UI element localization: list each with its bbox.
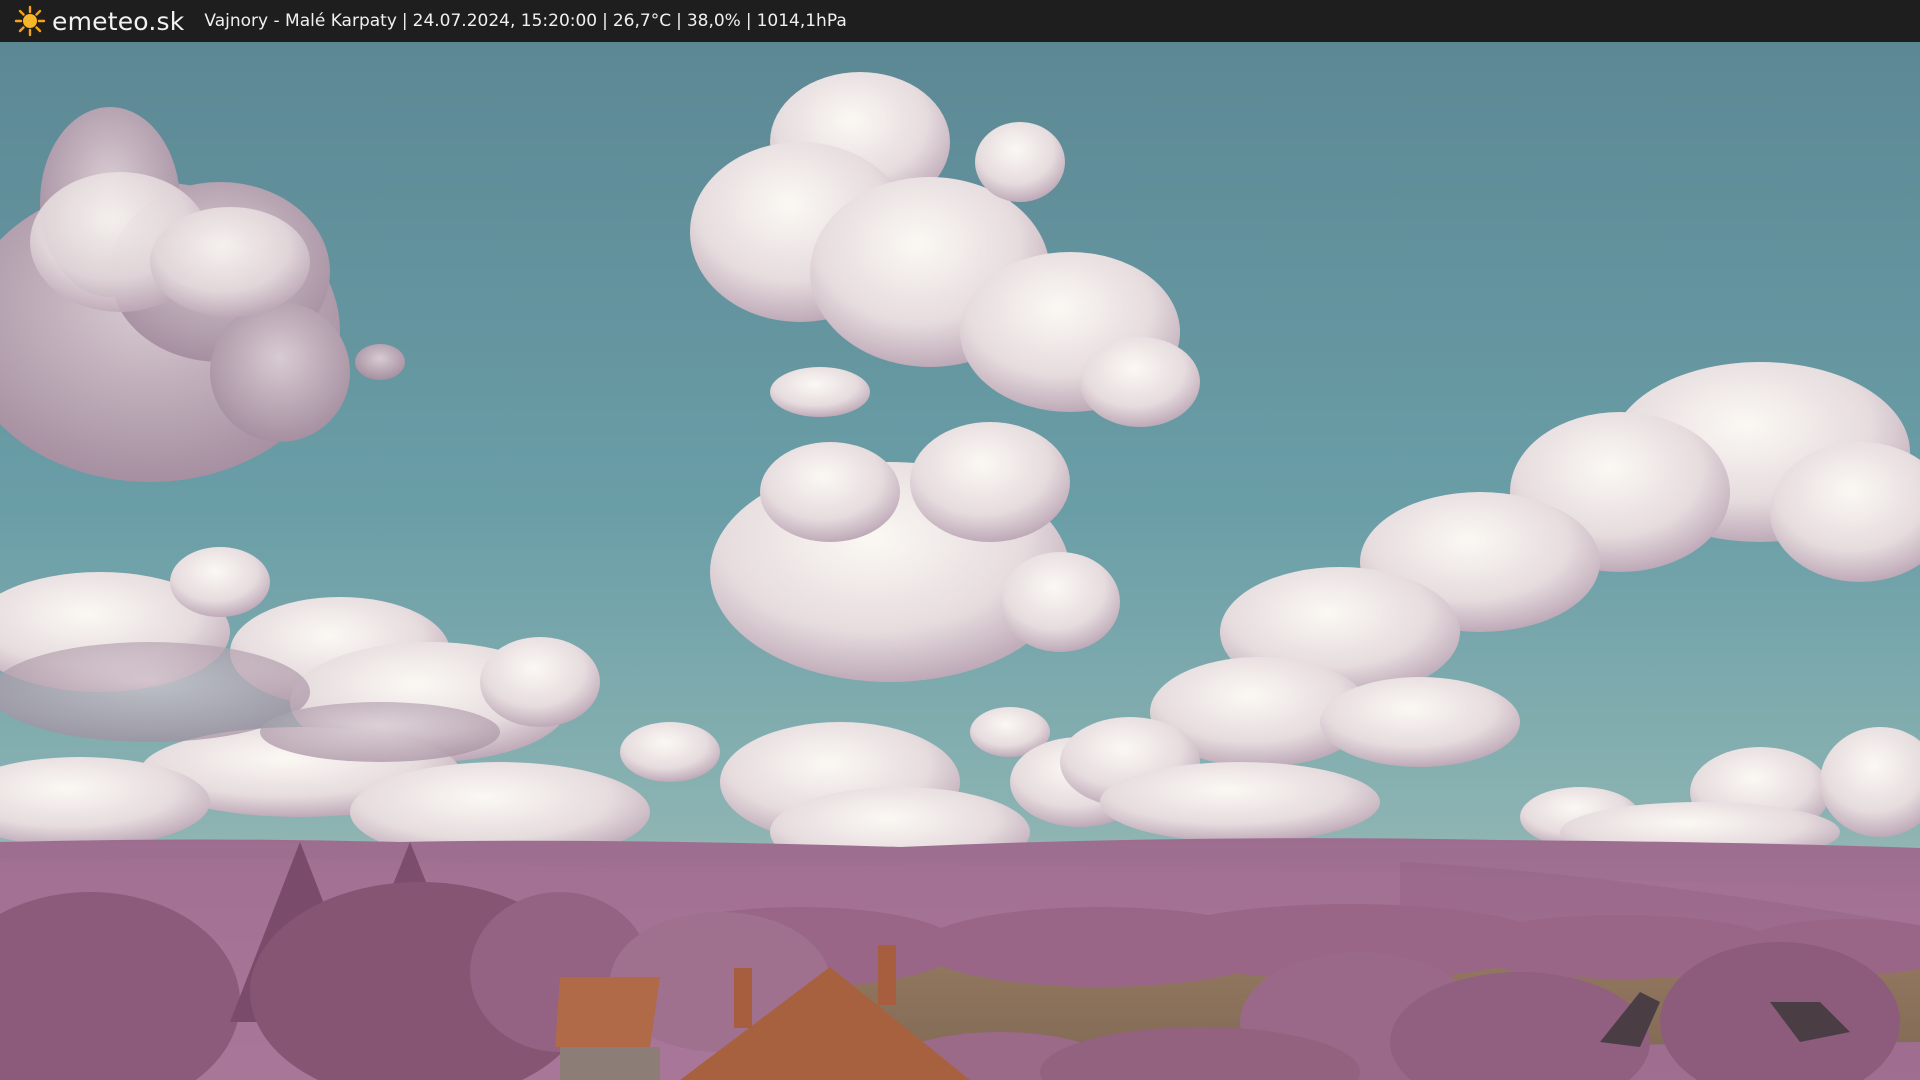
humidity-label: 38,0% — [686, 11, 741, 31]
weather-status: Vajnory - Malé Karpaty | 24.07.2024, 15:20… — [204, 11, 846, 31]
separator: | — [602, 11, 608, 31]
separator: | — [401, 11, 408, 31]
datetime-label: 24.07.2024, 15:20:00 — [412, 11, 598, 31]
webcam-image — [0, 42, 1920, 1080]
separator: | — [745, 11, 752, 31]
logo[interactable]: emeteo.sk — [14, 5, 184, 37]
temperature-label: 26,7°C — [612, 11, 672, 31]
pressure-label: 1014,1hPa — [756, 11, 847, 31]
sun-icon — [14, 5, 46, 37]
header-bar: emeteo.sk Vajnory - Malé Karpaty | 24.07.2… — [0, 0, 1920, 42]
location-label: Vajnory - Malé Karpaty — [204, 11, 397, 31]
separator: | — [676, 11, 682, 31]
brand-name: emeteo.sk — [52, 6, 185, 36]
